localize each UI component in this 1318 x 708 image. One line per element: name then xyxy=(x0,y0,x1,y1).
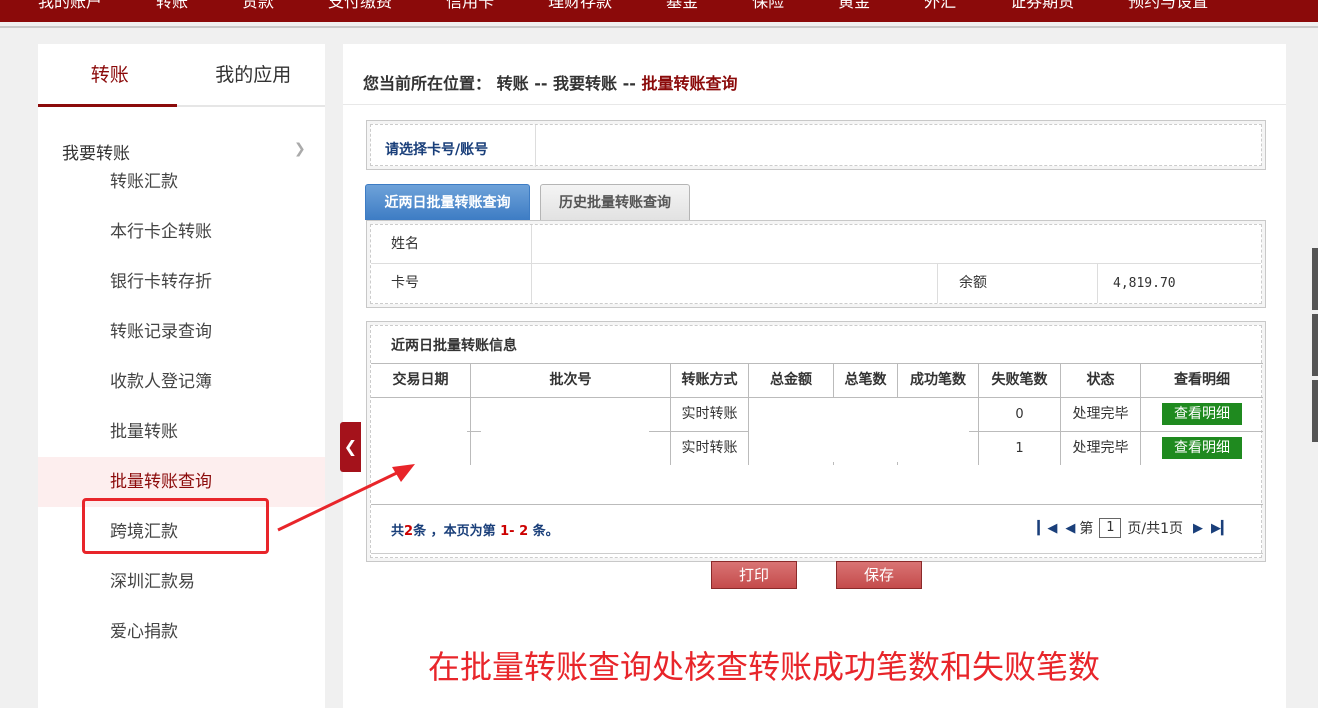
pager-bar: 共2条 ，本页为第 1- 2 条。 ▎◀ ◀ 第 1 页/共1页 ▶ ▶▎ xyxy=(371,504,1263,554)
batch-title: 近两日批量转账信息 xyxy=(391,338,517,354)
col-status: 状态 xyxy=(1060,364,1140,397)
balance-value: 4,819.70 xyxy=(1113,276,1176,291)
cell-status: 处理完毕 xyxy=(1060,432,1140,465)
nav-wealth[interactable]: 理财存款 xyxy=(548,0,612,12)
cell-method: 实时转账 xyxy=(670,432,748,465)
cell-fail-count: 0 xyxy=(978,398,1060,431)
view-detail-button[interactable]: 查看明细 xyxy=(1162,437,1242,459)
batch-info-table: 近两日批量转账信息 交易日期 批次号 转账方式 总金额 总笔数 成功笔数 失败笔… xyxy=(366,321,1266,589)
card-row: 卡号 余额 4,819.70 xyxy=(371,264,1261,303)
breadcrumb-my-transfer[interactable]: 我要转账 xyxy=(553,74,617,93)
nav-loan[interactable]: 贷款 xyxy=(242,0,274,12)
scrollbar[interactable] xyxy=(1312,248,1318,446)
nav-forex[interactable]: 外汇 xyxy=(924,0,956,12)
main-content: 您当前所在位置： 转账 -- 我要转账 -- 批量转账查询 请选择卡号/账号 近… xyxy=(343,44,1286,708)
page-input[interactable]: 1 xyxy=(1099,518,1122,538)
tab-history-batch[interactable]: 历史批量转账查询 xyxy=(540,184,690,220)
col-total-count: 总笔数 xyxy=(833,364,897,397)
annotation-arrow-icon xyxy=(277,464,415,532)
name-label: 姓名 xyxy=(391,236,419,252)
breadcrumb-sep: -- xyxy=(622,74,636,93)
balance-label: 余额 xyxy=(959,275,987,291)
chevron-right-icon: ❯ xyxy=(294,141,306,157)
breadcrumb-sep: -- xyxy=(534,74,548,93)
view-detail-button[interactable]: 查看明细 xyxy=(1162,403,1242,425)
sidebar-item-card-enterprise[interactable]: 本行卡企转账 xyxy=(38,207,325,257)
annotation-text: 在批量转账查询处核查转账成功笔数和失败笔数 xyxy=(428,648,1101,686)
col-batch-no: 批次号 xyxy=(470,364,670,397)
page-prefix: 第 xyxy=(1079,521,1094,537)
nav-payment[interactable]: 支付缴费 xyxy=(328,0,392,12)
nav-my-account[interactable]: 我的账户 xyxy=(38,0,102,12)
col-success-count: 成功笔数 xyxy=(897,364,978,397)
breadcrumb-current: 批量转账查询 xyxy=(641,74,738,93)
divider xyxy=(343,104,1286,105)
page-suffix: 页/共1页 xyxy=(1127,521,1183,537)
tab-recent-batch[interactable]: 近两日批量转账查询 xyxy=(365,184,530,220)
nav-transfer[interactable]: 转账 xyxy=(156,0,188,12)
nav-fund[interactable]: 基金 xyxy=(666,0,698,12)
top-nav: 我的账户 转账 贷款 支付缴费 信用卡 理财存款 基金 保险 黄金 外汇 证券期… xyxy=(0,0,1318,26)
breadcrumb-prefix: 您当前所在位置： xyxy=(363,74,492,93)
tab-transfer[interactable]: 转账 xyxy=(38,44,182,105)
col-detail: 查看明细 xyxy=(1140,364,1263,397)
nav-credit-card[interactable]: 信用卡 xyxy=(446,0,494,12)
cell-status: 处理完毕 xyxy=(1060,398,1140,431)
sidebar-item-payee-register[interactable]: 收款人登记簿 xyxy=(38,357,325,407)
col-fail-count: 失败笔数 xyxy=(978,364,1060,397)
card-select-label: 请选择卡号/账号 xyxy=(385,142,489,158)
col-date: 交易日期 xyxy=(392,372,449,388)
table-header: 交易日期 批次号 转账方式 总金额 总笔数 成功笔数 失败笔数 状态 查看明细 xyxy=(371,363,1263,397)
card-select-field[interactable] xyxy=(537,125,1261,167)
next-page-icon[interactable]: ▶ xyxy=(1193,521,1203,536)
pagination: ▎◀ ◀ 第 1 页/共1页 ▶ ▶▎ xyxy=(1033,518,1235,538)
card-label: 卡号 xyxy=(391,275,419,291)
highlight-box xyxy=(82,498,269,554)
cell-fail-count: 1 xyxy=(978,432,1060,465)
prev-page-icon[interactable]: ◀ xyxy=(1065,521,1075,536)
first-page-icon[interactable]: ▎◀ xyxy=(1037,521,1057,536)
nav-gold[interactable]: 黄金 xyxy=(838,0,870,12)
account-info-table: 姓名 卡号 余额 4,819.70 xyxy=(366,220,1266,308)
sidebar-list: 转账汇款 本行卡企转账 银行卡转存折 转账记录查询 收款人登记簿 批量转账 批量… xyxy=(38,157,325,657)
save-button[interactable]: 保存 xyxy=(836,561,922,589)
col-method: 转账方式 xyxy=(670,364,748,397)
cell-method: 实时转账 xyxy=(670,398,748,431)
sidebar-item-shenzhen-remit[interactable]: 深圳汇款易 xyxy=(38,557,325,607)
card-select-panel: 请选择卡号/账号 xyxy=(366,120,1266,170)
sidebar-item-transfer-remit[interactable]: 转账汇款 xyxy=(38,157,325,207)
sidebar-item-batch-transfer[interactable]: 批量转账 xyxy=(38,407,325,457)
sidebar-tabs: 转账 我的应用 xyxy=(38,44,325,107)
print-button[interactable]: 打印 xyxy=(711,561,797,589)
sidebar-item-charity[interactable]: 爱心捐款 xyxy=(38,607,325,657)
last-page-icon[interactable]: ▶▎ xyxy=(1211,521,1231,536)
sidebar-item-transfer-records[interactable]: 转账记录查询 xyxy=(38,307,325,357)
nav-insurance[interactable]: 保险 xyxy=(752,0,784,12)
breadcrumb-transfer[interactable]: 转账 xyxy=(497,74,529,93)
nav-securities[interactable]: 证券期货 xyxy=(1010,0,1074,12)
breadcrumb: 您当前所在位置： 转账 -- 我要转账 -- 批量转账查询 xyxy=(363,70,738,94)
tab-my-apps[interactable]: 我的应用 xyxy=(182,44,326,105)
nav-settings[interactable]: 预约与设置 xyxy=(1128,0,1208,12)
col-total-amount: 总金额 xyxy=(748,364,833,397)
sidebar-item-card-to-passbook[interactable]: 银行卡转存折 xyxy=(38,257,325,307)
name-row: 姓名 xyxy=(371,225,1261,264)
